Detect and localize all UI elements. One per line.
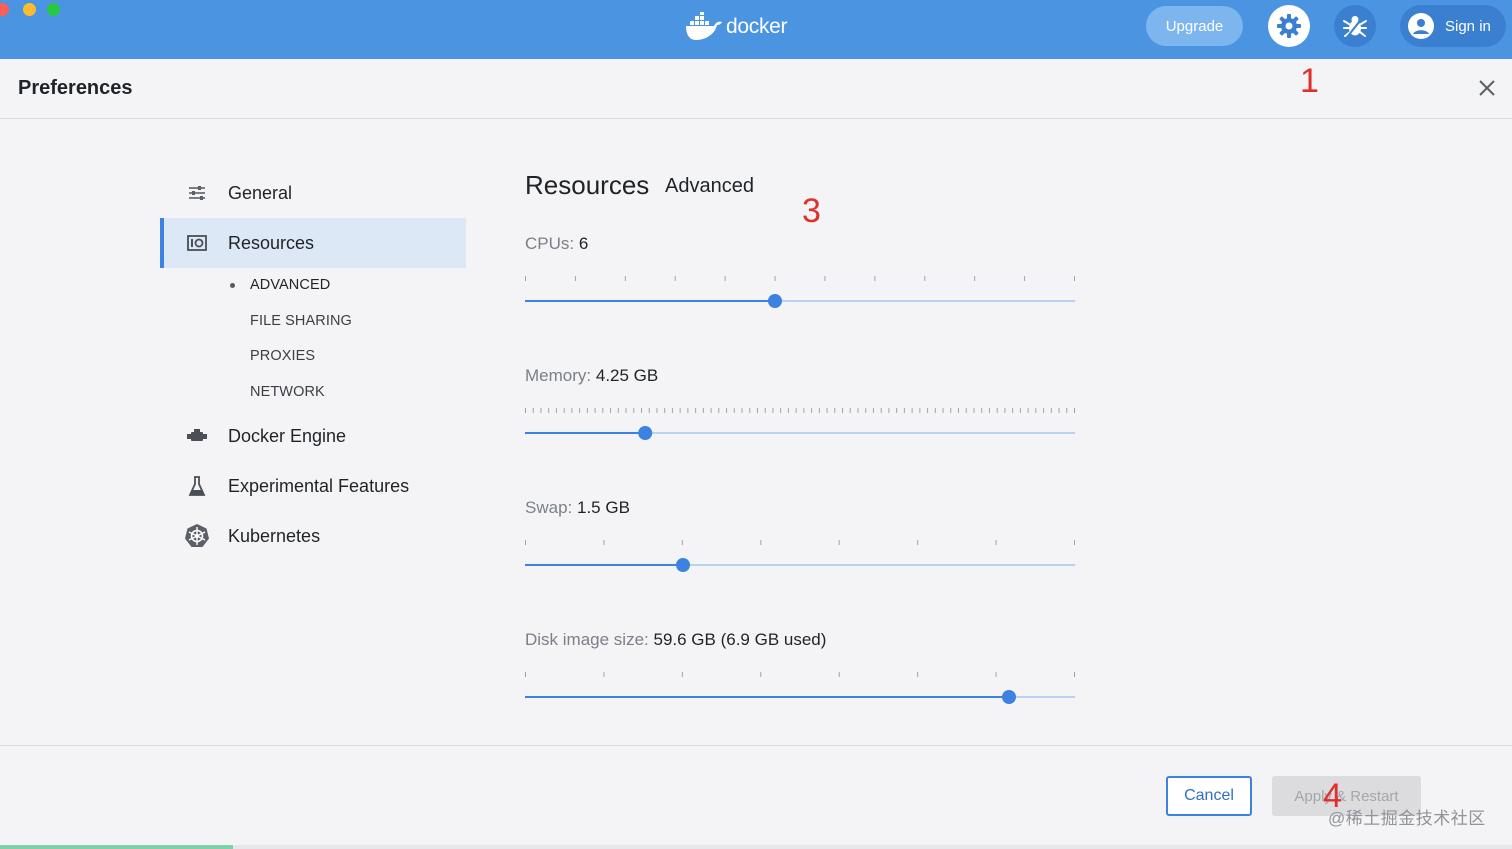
slider-graphic <box>525 408 1075 440</box>
sidebar-item-label: Resources <box>228 232 315 253</box>
page-title: Preferences <box>18 77 133 99</box>
upgrade-button[interactable]: Upgrade <box>1146 6 1243 46</box>
cancel-button[interactable]: Cancel <box>1166 776 1252 816</box>
helm-wheel-icon <box>184 523 210 549</box>
cpus-value: 6 <box>578 234 589 253</box>
annotation-3: 3 <box>802 192 821 230</box>
window-minimize-dot[interactable] <box>23 3 36 16</box>
sidebar-subitem-network[interactable]: NETWORK <box>250 384 325 400</box>
logo-text: docker <box>726 15 788 38</box>
troubleshoot-button[interactable] <box>1334 5 1376 47</box>
slider-graphic <box>525 276 1075 308</box>
account-icon <box>1408 13 1434 39</box>
memory-value: 4.25 GB <box>595 366 659 385</box>
sliders-icon <box>184 180 210 206</box>
swap-slider[interactable] <box>525 538 1075 578</box>
window-zoom-dot[interactable] <box>47 3 60 16</box>
disk-size-label-text: Disk image size: <box>525 630 649 649</box>
preferences-header: Preferences <box>0 59 1512 119</box>
sidebar-item-label: General <box>228 182 293 203</box>
swap-label: Swap: 1.5 GB <box>525 498 630 518</box>
sign-in-label: Sign in <box>1445 17 1491 35</box>
slider-graphic <box>525 540 1075 572</box>
sidebar-subitem-advanced[interactable]: ADVANCED <box>250 277 330 293</box>
sidebar-subitem-file-sharing[interactable]: FILE SHARING <box>250 313 352 329</box>
close-button[interactable] <box>1474 75 1500 101</box>
sign-in-button[interactable]: Sign in <box>1400 5 1506 47</box>
section-subtitle: Advanced <box>665 175 754 197</box>
close-icon <box>1479 80 1495 96</box>
memory-slider[interactable] <box>525 406 1075 446</box>
cpus-label: CPUs: 6 <box>525 234 588 254</box>
window-close-dot[interactable] <box>0 3 9 16</box>
watermark: @稀土掘金技术社区 <box>1328 809 1486 828</box>
sidebar-item-resources[interactable]: Resources <box>160 218 466 268</box>
slider-handle[interactable] <box>676 558 691 572</box>
settings-button[interactable] <box>1268 5 1310 47</box>
bug-icon <box>1343 16 1367 37</box>
cpus-slider[interactable] <box>525 274 1075 314</box>
sidebar-item-label: Experimental Features <box>228 475 410 496</box>
disk-size-slider[interactable] <box>525 670 1075 710</box>
active-sub-item-bullet <box>230 283 235 288</box>
cpus-label-text: CPUs: <box>525 234 575 253</box>
engine-icon <box>184 423 210 449</box>
flask-icon <box>184 473 210 499</box>
progress-fill <box>0 845 233 849</box>
sidebar-subitem-proxies[interactable]: PROXIES <box>250 348 315 364</box>
sidebar-item-kubernetes[interactable]: Kubernetes <box>160 511 466 561</box>
gear-icon <box>1277 14 1301 38</box>
footer-divider <box>0 745 1512 746</box>
slider-graphic <box>525 672 1075 704</box>
title-bar: docker Upgrade Sign in <box>0 0 1512 59</box>
slider-handle[interactable] <box>638 426 653 440</box>
memory-label-text: Memory: <box>525 366 592 385</box>
sidebar-item-docker-engine[interactable]: Docker Engine <box>160 411 466 461</box>
docker-logo: docker <box>684 10 788 44</box>
sidebar-item-general[interactable]: General <box>160 168 466 218</box>
slider-handle[interactable] <box>1002 690 1016 704</box>
memory-label: Memory: 4.25 GB <box>525 366 658 386</box>
disk-size-label: Disk image size: 59.6 GB (6.9 GB used) <box>525 630 826 650</box>
annotation-1: 1 <box>1300 62 1319 100</box>
disk-size-value: 59.6 GB (6.9 GB used) <box>653 630 827 649</box>
sidebar-item-label: Docker Engine <box>228 425 347 446</box>
progress-bar <box>0 845 1512 849</box>
sidebar-item-label: Kubernetes <box>228 525 321 546</box>
slider-handle[interactable] <box>767 294 782 308</box>
docker-whale-icon <box>686 12 722 40</box>
sidebar-item-experimental-features[interactable]: Experimental Features <box>160 461 466 511</box>
swap-value: 1.5 GB <box>576 498 630 517</box>
resources-icon <box>184 230 210 256</box>
swap-label-text: Swap: <box>525 498 573 517</box>
section-title: Resources <box>525 170 650 200</box>
